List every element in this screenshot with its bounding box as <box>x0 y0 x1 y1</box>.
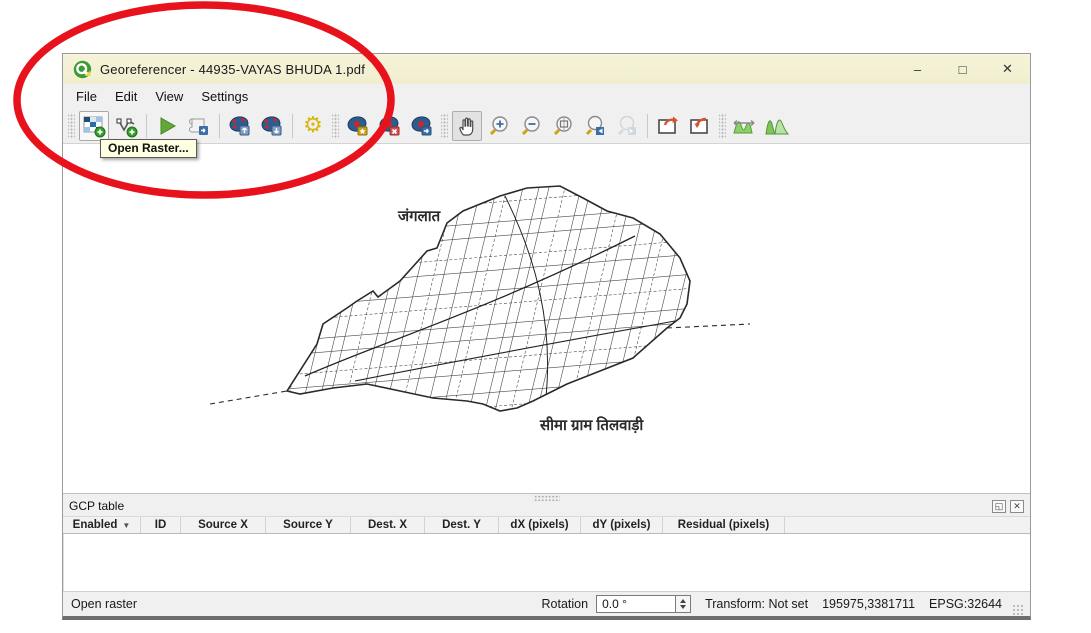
georeferencer-window: Georeferencer - 44935-VAYAS BHUDA 1.pdf … <box>62 53 1031 620</box>
load-gcp-points-button[interactable] <box>225 111 255 141</box>
panel-splitter-handle[interactable] <box>534 495 560 501</box>
menu-settings[interactable]: Settings <box>192 86 257 107</box>
load-gcp-points-icon <box>228 114 252 138</box>
column-header-residual[interactable]: Residual (pixels) <box>663 517 785 533</box>
move-point-button[interactable] <box>407 111 437 141</box>
map-canvas[interactable]: जंगलात सीमा ग्राम तिलवाड़ी <box>63 144 1030 493</box>
open-vector-icon <box>114 114 138 138</box>
crs-readout: EPSG:32644 <box>929 597 1002 611</box>
zoom-to-layer-button[interactable] <box>548 111 578 141</box>
minimize-icon: – <box>914 62 921 77</box>
menu-view[interactable]: View <box>146 86 192 107</box>
window-title: Georeferencer - 44935-VAYAS BHUDA 1.pdf <box>100 62 365 77</box>
zoom-last-icon <box>583 114 607 138</box>
toolbar-drag-handle[interactable] <box>332 113 339 139</box>
close-panel-button[interactable]: ✕ <box>1010 500 1024 513</box>
gcp-panel-title: GCP table <box>69 499 124 513</box>
zoom-out-button[interactable] <box>516 111 546 141</box>
toolbar-separator <box>647 114 648 138</box>
open-raster-button[interactable] <box>79 111 109 141</box>
zoom-in-icon <box>487 114 511 138</box>
delete-point-icon <box>378 114 402 138</box>
transformation-settings-button[interactable]: ⚙ <box>298 111 328 141</box>
map-label-seema-gram: सीमा ग्राम तिलवाड़ी <box>540 415 643 435</box>
histogram-local-stretch-button[interactable] <box>762 111 792 141</box>
toolbar-drag-handle[interactable] <box>68 113 75 139</box>
menu-file[interactable]: File <box>67 86 106 107</box>
toolbar-separator <box>219 114 220 138</box>
pan-hand-icon <box>455 114 479 138</box>
histogram-full-stretch-icon <box>732 114 758 138</box>
zoom-in-button[interactable] <box>484 111 514 141</box>
status-bar: Open raster Rotation 0.0 ° Transform: No… <box>63 591 1030 616</box>
transform-status: Transform: Not set <box>705 597 808 611</box>
link-qgis-to-georeferencer-icon <box>688 114 712 138</box>
undock-panel-button[interactable]: ◱ <box>992 500 1006 513</box>
close-panel-icon: ✕ <box>1013 502 1021 511</box>
column-header-enabled[interactable]: Enabled ▼ <box>63 517 141 533</box>
rotation-label: Rotation <box>542 597 589 611</box>
move-point-icon <box>410 114 434 138</box>
save-gcp-points-button[interactable] <box>257 111 287 141</box>
delete-point-button[interactable] <box>375 111 405 141</box>
toolbar-drag-handle[interactable] <box>441 113 448 139</box>
open-raster-tooltip: Open Raster... <box>100 139 197 158</box>
zoom-to-layer-icon <box>551 114 575 138</box>
sort-indicator-icon: ▼ <box>122 521 130 530</box>
histogram-full-stretch-button[interactable] <box>730 111 760 141</box>
spin-up-icon <box>680 599 686 603</box>
column-header-source-x[interactable]: Source X <box>181 517 266 533</box>
link-georeferencer-to-qgis-icon <box>656 114 680 138</box>
gcp-table-body[interactable] <box>63 534 1030 591</box>
maximize-icon: □ <box>959 62 967 77</box>
close-icon: ✕ <box>1002 61 1013 77</box>
start-georeferencing-button[interactable] <box>152 111 182 141</box>
close-button[interactable]: ✕ <box>985 54 1030 84</box>
zoom-last-button[interactable] <box>580 111 610 141</box>
title-bar[interactable]: Georeferencer - 44935-VAYAS BHUDA 1.pdf … <box>63 54 1030 84</box>
qgis-logo-icon <box>73 60 92 79</box>
toolbar-separator <box>292 114 293 138</box>
undock-panel-icon: ◱ <box>995 502 1004 511</box>
save-gcp-points-icon <box>260 114 284 138</box>
column-header-id[interactable]: ID <box>141 517 181 533</box>
minimize-button[interactable]: – <box>895 54 940 84</box>
column-header-source-y[interactable]: Source Y <box>266 517 351 533</box>
generate-gdal-script-button[interactable] <box>184 111 214 141</box>
add-point-icon <box>346 114 370 138</box>
coordinate-readout: 195975,3381711 <box>822 597 915 611</box>
zoom-next-button[interactable] <box>612 111 642 141</box>
zoom-next-icon <box>615 114 639 138</box>
start-georeferencing-icon <box>155 114 179 138</box>
rotation-spinner[interactable] <box>676 595 691 613</box>
open-vector-button[interactable] <box>111 111 141 141</box>
add-point-button[interactable] <box>343 111 373 141</box>
transformation-settings-icon: ⚙ <box>303 115 323 137</box>
toolbar-drag-handle[interactable] <box>719 113 726 139</box>
rotation-input[interactable]: 0.0 ° <box>596 595 676 613</box>
menu-bar: File Edit View Settings <box>63 84 1030 108</box>
histogram-local-stretch-icon <box>764 114 790 138</box>
gcp-table-header: Enabled ▼ ID Source X Source Y Dest. X D… <box>63 516 1030 534</box>
column-header-dest-y[interactable]: Dest. Y <box>425 517 499 533</box>
zoom-out-icon <box>519 114 543 138</box>
window-resize-grip[interactable] <box>1012 604 1024 616</box>
column-header-dx[interactable]: dX (pixels) <box>499 517 581 533</box>
gcp-table-panel: GCP table ◱ ✕ Enabled ▼ ID Source X <box>63 493 1030 591</box>
link-georeferencer-to-qgis-button[interactable] <box>653 111 683 141</box>
open-raster-icon <box>82 114 106 138</box>
spin-down-icon <box>680 605 686 609</box>
menu-edit[interactable]: Edit <box>106 86 146 107</box>
toolbar-separator <box>146 114 147 138</box>
link-qgis-to-georeferencer-button[interactable] <box>685 111 715 141</box>
generate-gdal-script-icon <box>187 114 211 138</box>
status-message: Open raster <box>71 597 137 611</box>
raster-map-image <box>205 176 765 431</box>
pan-button[interactable] <box>452 111 482 141</box>
toolbar: ⚙ <box>63 108 1030 144</box>
column-header-dest-x[interactable]: Dest. X <box>351 517 425 533</box>
column-header-dy[interactable]: dY (pixels) <box>581 517 663 533</box>
map-label-jangalat: जंगलात <box>398 206 440 226</box>
maximize-button[interactable]: □ <box>940 54 985 84</box>
